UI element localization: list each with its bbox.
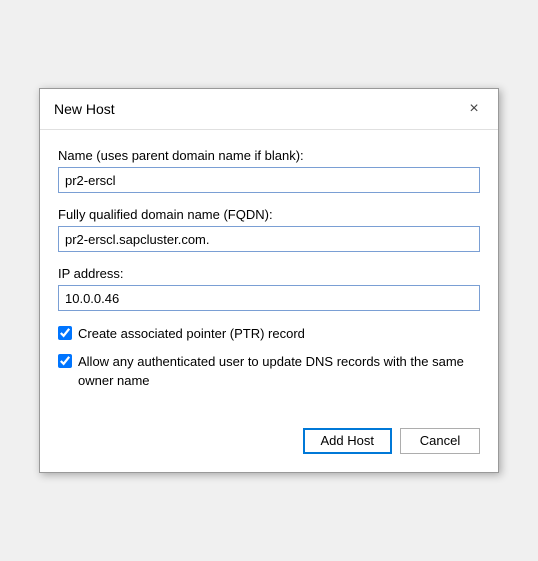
name-field-group: Name (uses parent domain name if blank): [58,148,480,193]
dialog-content: Name (uses parent domain name if blank):… [40,130,498,414]
name-input[interactable] [58,167,480,193]
new-host-dialog: New Host × Name (uses parent domain name… [39,88,499,473]
auth-checkbox-group: Allow any authenticated user to update D… [58,353,480,389]
ptr-checkbox-group: Create associated pointer (PTR) record [58,325,480,343]
name-label: Name (uses parent domain name if blank): [58,148,480,163]
fqdn-label: Fully qualified domain name (FQDN): [58,207,480,222]
ip-field-group: IP address: [58,266,480,311]
ptr-checkbox-label[interactable]: Create associated pointer (PTR) record [78,325,305,343]
fqdn-field-group: Fully qualified domain name (FQDN): [58,207,480,252]
add-host-button[interactable]: Add Host [303,428,392,454]
close-button[interactable]: × [464,99,484,119]
dialog-title: New Host [54,101,115,117]
cancel-button[interactable]: Cancel [400,428,480,454]
ip-label: IP address: [58,266,480,281]
auth-checkbox-label[interactable]: Allow any authenticated user to update D… [78,353,480,389]
title-bar: New Host × [40,89,498,130]
auth-checkbox[interactable] [58,354,72,368]
fqdn-input[interactable] [58,226,480,252]
ip-input[interactable] [58,285,480,311]
ptr-checkbox[interactable] [58,326,72,340]
dialog-footer: Add Host Cancel [40,414,498,472]
